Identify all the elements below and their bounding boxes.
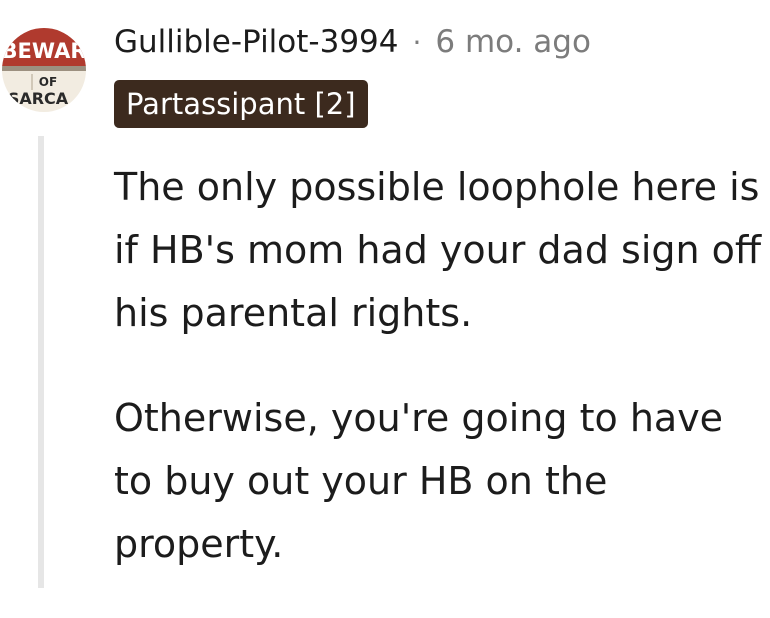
comment-paragraph: The only possible loophole here is if HB…: [114, 165, 762, 335]
user-flair: Partassipant [2]: [114, 80, 368, 128]
comment-body: The only possible loophole here is if HB…: [114, 156, 764, 618]
avatar-text-bottom: SARCA: [8, 89, 69, 108]
comment-header: Gullible-Pilot-3994 · 6 mo. ago: [114, 20, 591, 64]
timestamp-link[interactable]: 6 mo. ago: [435, 24, 591, 60]
thread-collapse-line[interactable]: [38, 136, 44, 588]
username-link[interactable]: Gullible-Pilot-3994: [114, 24, 399, 60]
beware-sign-icon: BEWAR OF SARCA: [2, 28, 86, 112]
avatar-text-mid: OF: [39, 75, 57, 89]
comment-paragraph: Otherwise, you're going to have to buy o…: [114, 396, 724, 566]
user-avatar[interactable]: BEWAR OF SARCA: [2, 28, 86, 112]
meta-separator: ·: [412, 25, 422, 59]
avatar-text-top: BEWAR: [2, 39, 86, 63]
comment: BEWAR OF SARCA Gullible-Pilot-3994 · 6 m…: [0, 0, 770, 588]
